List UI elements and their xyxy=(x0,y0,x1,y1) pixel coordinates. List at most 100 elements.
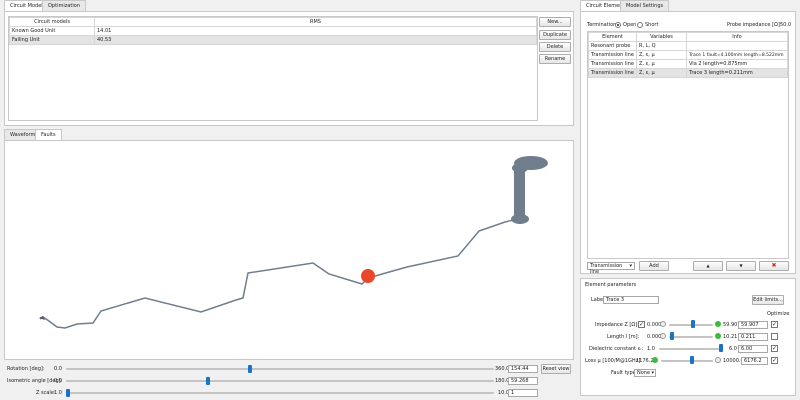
element-vars: Z, ε, μ xyxy=(636,59,687,69)
isometric-min: 0.0 xyxy=(54,378,62,384)
probe-base xyxy=(511,214,529,224)
element-type-select[interactable]: Transmission line ▾ xyxy=(587,262,635,275)
termination-open-label: Open xyxy=(623,22,637,28)
model-rms: 40.53 xyxy=(94,35,537,45)
table-row[interactable]: Resonant probe R, L, Q xyxy=(588,41,788,51)
col-element: Element xyxy=(588,32,637,42)
chevron-down-icon: ▾ xyxy=(651,370,654,376)
element-info: Trace 3 length=0.211mm xyxy=(686,68,788,78)
dielectric-label: Dielectric constant εᵣ: xyxy=(589,346,644,352)
models-table-box: Circuit models RMS Known Good Unit 14.01… xyxy=(8,16,538,121)
loss-input[interactable]: 6176.2 xyxy=(741,357,768,365)
loss-min-lock-icon[interactable] xyxy=(652,357,658,363)
rename-button[interactable]: Rename xyxy=(539,54,571,64)
add-element-button[interactable]: Add xyxy=(639,261,669,271)
loss-optimize-checkbox[interactable]: ✓ xyxy=(771,357,778,364)
table-row[interactable]: Transmission line Z, ε, μ Via 2 length=0… xyxy=(588,59,788,69)
zscale-slider-handle[interactable] xyxy=(66,389,70,397)
element-info xyxy=(686,41,788,51)
termination-open-radio[interactable] xyxy=(615,22,621,28)
dielectric-slider-handle[interactable] xyxy=(719,344,723,352)
loss-max-lock-icon[interactable] xyxy=(715,357,721,363)
probe-impedance-label: Probe impedance [Ω]: xyxy=(727,22,782,28)
model-name: Known Good Unit xyxy=(9,26,95,36)
impedance-label: Impedance Z [Ω]: xyxy=(595,322,639,328)
model-name: Failing Unit xyxy=(9,35,95,45)
length-min-lock-icon[interactable] xyxy=(660,333,666,339)
element-label-input[interactable]: Trace 3 xyxy=(603,296,659,304)
impedance-optimize-checkbox[interactable]: ✓ xyxy=(771,321,778,328)
probe-shaft xyxy=(514,171,525,217)
isometric-slider[interactable] xyxy=(66,380,494,382)
move-up-button[interactable]: ▲ xyxy=(693,261,723,271)
element-parameters-title: Element parameters xyxy=(585,282,637,288)
length-optimize-checkbox[interactable] xyxy=(771,333,778,340)
isometric-input[interactable]: 59.268 xyxy=(508,377,538,385)
element-name: Transmission line xyxy=(588,68,637,78)
duplicate-button[interactable]: Duplicate xyxy=(539,30,571,40)
loss-slider[interactable] xyxy=(661,360,713,362)
delete-element-button[interactable]: ✖ xyxy=(759,261,789,271)
faults-view[interactable] xyxy=(4,140,574,360)
element-type-value: Transmission line xyxy=(590,263,623,275)
zscale-slider[interactable] xyxy=(66,392,494,394)
termination-label: Termination: xyxy=(587,22,619,28)
length-slider-handle[interactable] xyxy=(669,332,674,340)
rotation-slider[interactable] xyxy=(66,368,494,370)
trace-geometry-view[interactable] xyxy=(5,141,575,361)
impedance-min-checkbox[interactable]: ✓ xyxy=(638,321,645,328)
table-row[interactable]: Transmission line Z, ε, μ Trace 1 fault=… xyxy=(588,50,788,60)
probe-impedance-value[interactable]: 50.0 xyxy=(780,22,791,28)
length-label: Length l [m]: xyxy=(607,334,640,340)
impedance-input[interactable]: 59.907 xyxy=(738,321,768,329)
rotation-min: 0.0 xyxy=(54,366,62,372)
length-slider[interactable] xyxy=(669,336,713,338)
dielectric-input[interactable]: 6.00 xyxy=(738,345,768,353)
element-vars: Z, ε, μ xyxy=(636,50,687,60)
model-rms: 14.01 xyxy=(94,26,537,36)
tab-model-settings[interactable]: Model Settings xyxy=(620,0,670,11)
fault-marker[interactable] xyxy=(361,269,375,283)
termination-short-radio[interactable] xyxy=(637,22,643,28)
dielectric-optimize-checkbox[interactable]: ✓ xyxy=(771,345,778,352)
delete-icon: ✖ xyxy=(771,262,777,269)
rotation-slider-handle[interactable] xyxy=(248,365,253,373)
tab-optimization[interactable]: Optimization xyxy=(42,0,86,11)
fault-type-value: None xyxy=(637,370,651,376)
move-down-button[interactable]: ▼ xyxy=(726,261,756,271)
dielectric-min: 1.0 xyxy=(647,346,655,352)
impedance-min-lock-icon[interactable] xyxy=(660,321,666,327)
length-input[interactable]: 0.211 xyxy=(738,333,768,341)
new-model-button[interactable]: New... xyxy=(539,17,571,27)
edit-limits-button[interactable]: Edit limits... xyxy=(752,295,784,305)
loss-label: Loss μ [100/M@1GHz]: xyxy=(585,358,642,364)
zscale-label: Z scale: xyxy=(36,390,56,396)
table-row[interactable]: Transmission line Z, ε, μ Trace 3 length… xyxy=(588,68,788,78)
impedance-max-lock-icon[interactable] xyxy=(715,321,721,327)
optimize-header: Optimize xyxy=(767,311,790,317)
table-row[interactable]: Known Good Unit 14.01 xyxy=(9,26,537,36)
length-max-lock-icon[interactable] xyxy=(715,333,721,339)
table-row[interactable]: Failing Unit 40.53 xyxy=(9,35,537,45)
models-table: Circuit models RMS Known Good Unit 14.01… xyxy=(9,17,537,45)
zscale-input[interactable]: 1 xyxy=(508,389,538,397)
col-rms: RMS xyxy=(94,17,537,27)
elements-table-box: Element Variables Info Resonant probe R,… xyxy=(587,31,789,259)
dielectric-slider[interactable] xyxy=(659,348,723,350)
col-info: Info xyxy=(686,32,788,42)
elements-table: Element Variables Info Resonant probe R,… xyxy=(588,32,788,78)
impedance-slider-handle[interactable] xyxy=(691,320,695,328)
fault-type-select[interactable]: None ▾ xyxy=(634,369,656,377)
circuit-models-panel: Circuit models RMS Known Good Unit 14.01… xyxy=(4,11,574,126)
delete-button[interactable]: Delete xyxy=(539,42,571,52)
rotation-input[interactable]: 154.44 xyxy=(508,365,538,373)
element-info: Via 2 length=0.875mm xyxy=(686,59,788,69)
probe-head-left xyxy=(512,163,528,173)
chevron-down-icon: ▾ xyxy=(629,263,632,269)
reset-view-button[interactable]: Reset view xyxy=(541,364,571,374)
element-name: Resonant probe xyxy=(588,41,637,51)
element-vars: R, L, Q xyxy=(636,41,687,51)
isometric-slider-handle[interactable] xyxy=(205,377,210,385)
loss-slider-handle[interactable] xyxy=(689,356,694,364)
arrow-down-icon: ▼ xyxy=(739,263,743,268)
